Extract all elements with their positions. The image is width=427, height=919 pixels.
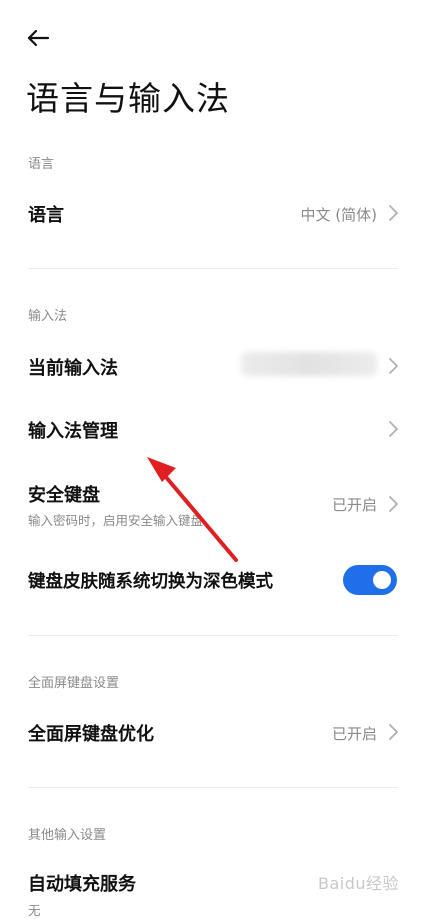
watermark-logo: Baidu经验: [317, 874, 399, 893]
annotation-arrow-icon: [147, 457, 238, 562]
